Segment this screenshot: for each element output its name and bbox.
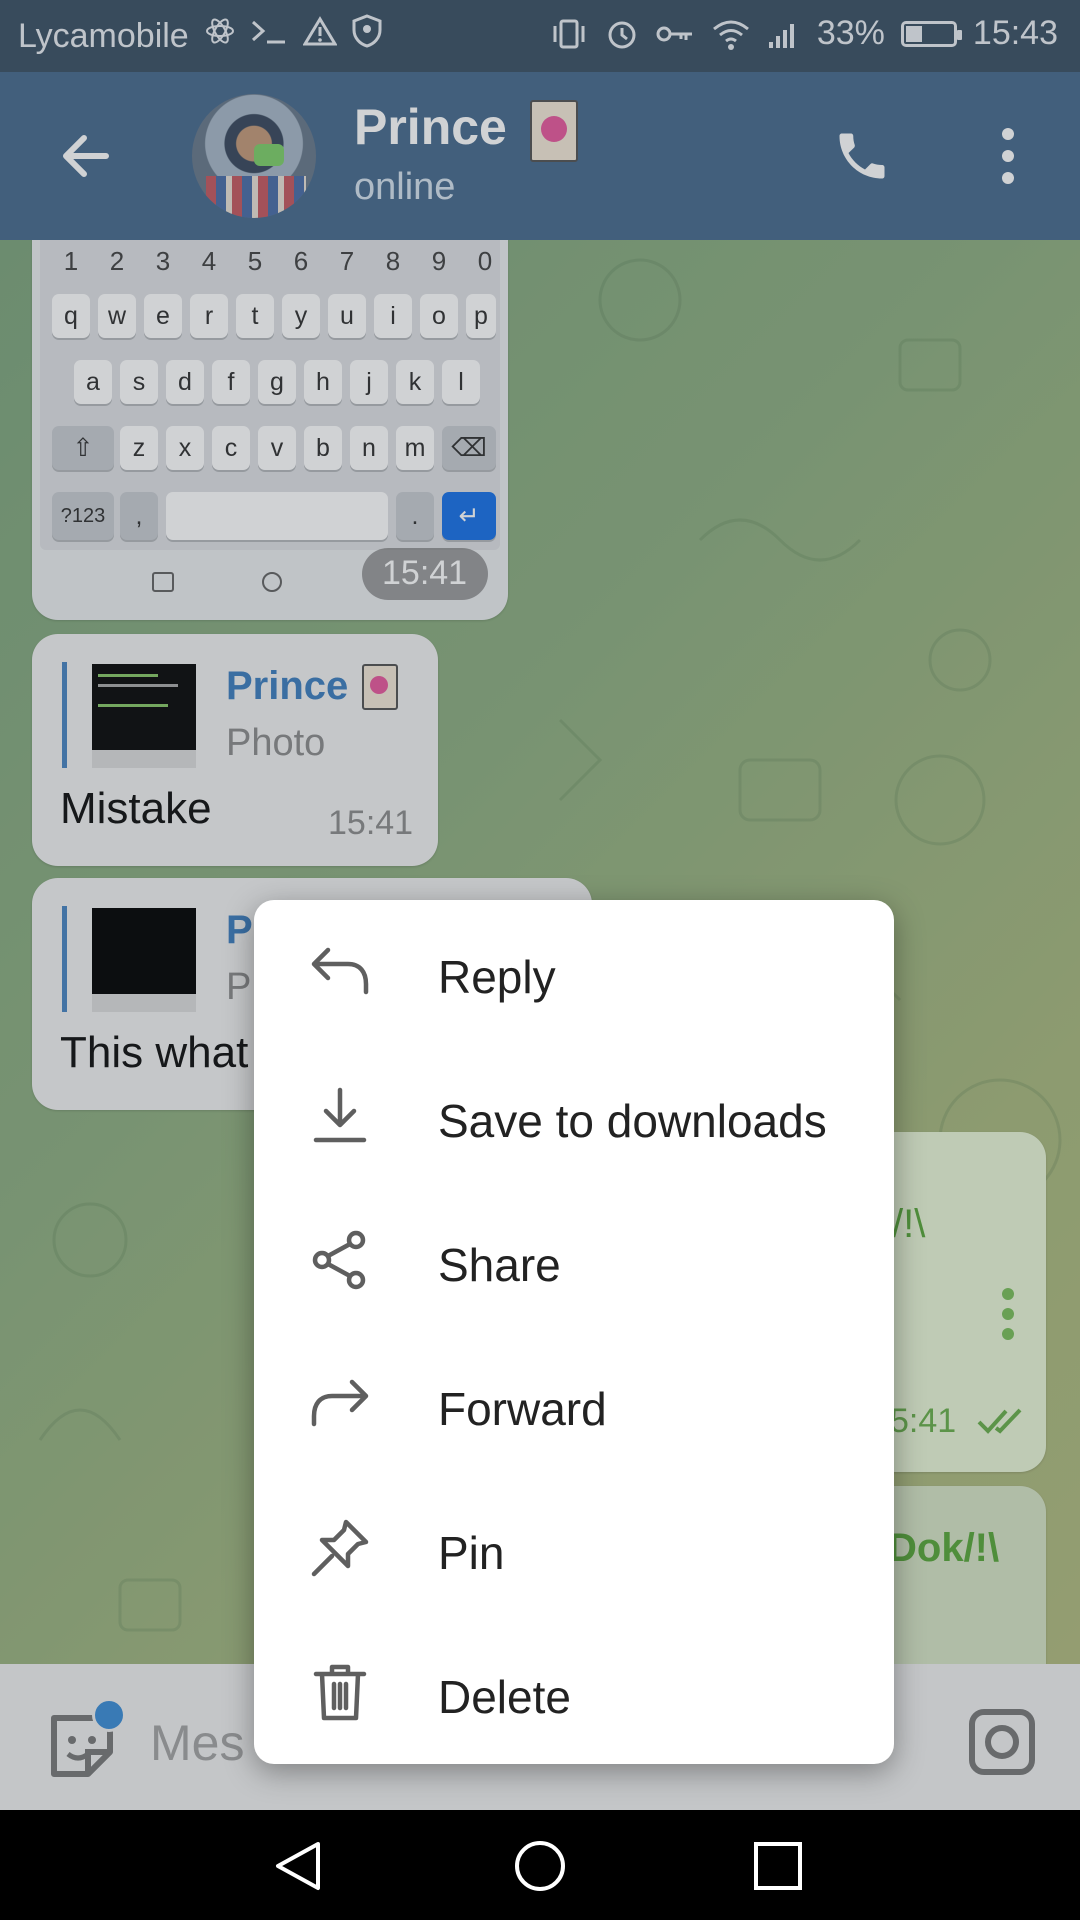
menu-item-share[interactable]: Share <box>254 1188 894 1332</box>
menu-item-label: Reply <box>438 951 556 1003</box>
context-menu: Reply Save to downloads Share Forward Pi… <box>254 900 894 1764</box>
pin-icon <box>311 1519 369 1577</box>
system-nav-bar <box>0 1810 1080 1920</box>
menu-item-save-to-downloads[interactable]: Save to downloads <box>254 1044 894 1188</box>
menu-item-label: Pin <box>438 1527 505 1579</box>
nav-recents-icon[interactable] <box>752 1840 804 1892</box>
menu-item-delete[interactable]: Delete <box>254 1620 894 1764</box>
forward-icon <box>311 1379 369 1427</box>
share-icon <box>312 1230 366 1290</box>
menu-item-label: Forward <box>438 1383 607 1435</box>
menu-item-label: Save to downloads <box>438 1095 827 1147</box>
menu-item-pin[interactable]: Pin <box>254 1476 894 1620</box>
trash-icon <box>313 1664 367 1721</box>
menu-item-label: Delete <box>438 1671 571 1723</box>
menu-item-label: Share <box>438 1239 561 1291</box>
reply-icon <box>311 947 369 995</box>
menu-item-forward[interactable]: Forward <box>254 1332 894 1476</box>
nav-home-icon[interactable] <box>512 1838 568 1894</box>
download-icon <box>313 1087 367 1143</box>
nav-back-icon[interactable] <box>270 1838 326 1894</box>
menu-item-reply[interactable]: Reply <box>254 900 894 1044</box>
